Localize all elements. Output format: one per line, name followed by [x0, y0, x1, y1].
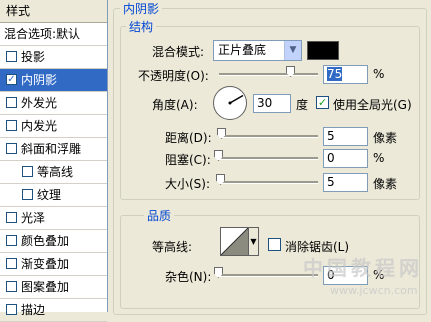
style-item-label: 图案叠加	[21, 280, 70, 294]
style-item-label: 外发光	[21, 96, 58, 110]
style-item-label: 内发光	[21, 119, 58, 133]
distance-label: 距离(D):	[165, 131, 212, 145]
drop-shadow-checkbox[interactable]	[6, 51, 17, 62]
styles-list-panel: 样式 混合选项:默认 投影 ✓ 内阴影 外发光 内发光 斜面和浮雕 等高线 纹理 …	[0, 0, 108, 322]
style-item-label: 内阴影	[21, 73, 58, 87]
style-item-inner-glow[interactable]: 内发光	[0, 115, 107, 138]
distance-unit: 像素	[373, 131, 398, 145]
style-item-label: 斜面和浮雕	[21, 142, 82, 156]
inner-shadow-checkbox[interactable]: ✓	[6, 74, 17, 85]
style-item-label: 描边	[21, 303, 46, 317]
blend-mode-dropdown[interactable]: 正片叠底 ▼	[213, 40, 302, 61]
styles-header: 样式	[0, 0, 107, 23]
bevel-emboss-checkbox[interactable]	[6, 143, 17, 154]
stroke-checkbox[interactable]	[6, 304, 17, 315]
angle-dial[interactable]	[213, 86, 247, 120]
contour-dropdown-arrow[interactable]: ▼	[249, 227, 259, 256]
style-item-inner-shadow[interactable]: ✓ 内阴影	[0, 69, 107, 92]
blend-mode-label: 混合模式:	[152, 45, 205, 59]
distance-slider-track[interactable]	[219, 135, 318, 138]
choke-input[interactable]: 0	[323, 149, 368, 168]
style-item-texture[interactable]: 纹理	[0, 184, 107, 207]
style-item-pattern-overlay[interactable]: 图案叠加	[0, 276, 107, 299]
size-slider-track[interactable]	[219, 181, 318, 184]
blend-mode-value: 正片叠底	[218, 43, 267, 57]
contour-label: 等高线:	[152, 240, 193, 254]
style-item-color-overlay[interactable]: 颜色叠加	[0, 230, 107, 253]
shadow-color-swatch[interactable]	[307, 41, 339, 60]
style-item-satin[interactable]: 光泽	[0, 207, 107, 230]
style-item-label: 等高线	[37, 165, 74, 179]
angle-input[interactable]: 30	[253, 94, 291, 113]
style-item-label: 纹理	[37, 188, 62, 202]
color-overlay-checkbox[interactable]	[6, 235, 17, 246]
anti-alias-checkbox[interactable]	[268, 238, 281, 251]
inner-glow-checkbox[interactable]	[6, 120, 17, 131]
style-item-bevel-emboss[interactable]: 斜面和浮雕	[0, 138, 107, 161]
choke-label: 阻塞(C):	[165, 153, 211, 167]
texture-checkbox[interactable]	[22, 189, 33, 200]
style-item-gradient-overlay[interactable]: 渐变叠加	[0, 253, 107, 276]
quality-title: 品质	[144, 207, 175, 224]
noise-label: 杂色(N):	[165, 270, 212, 284]
global-light-checkbox[interactable]: ✓	[316, 96, 329, 109]
size-label: 大小(S):	[165, 177, 211, 191]
style-item-label: 渐变叠加	[21, 257, 70, 271]
angle-unit: 度	[296, 98, 309, 112]
gradient-overlay-checkbox[interactable]	[6, 258, 17, 269]
structure-title: 结构	[126, 18, 157, 35]
chevron-down-icon: ▼	[284, 41, 301, 60]
watermark-text: 中国教程网	[303, 256, 423, 280]
contour-picker[interactable]	[220, 227, 249, 256]
style-item-stroke[interactable]: 描边	[0, 299, 107, 322]
inner-shadow-settings: 内阴影 结构 混合模式: 正片叠底 ▼ 不透明度(O): 75 % 角度(A):…	[108, 0, 431, 315]
choke-unit: %	[373, 151, 385, 165]
style-item-label: 光泽	[21, 211, 46, 225]
style-item-label: 投影	[21, 50, 46, 64]
size-input[interactable]: 5	[323, 173, 368, 192]
blend-options-item[interactable]: 混合选项:默认	[0, 23, 107, 46]
size-unit: 像素	[373, 177, 398, 191]
style-item-outer-glow[interactable]: 外发光	[0, 92, 107, 115]
inner-shadow-title: 内阴影	[120, 0, 163, 17]
opacity-input[interactable]: 75	[323, 65, 368, 84]
opacity-unit: %	[373, 67, 385, 81]
opacity-slider-track[interactable]	[219, 73, 318, 76]
angle-needle-icon	[228, 94, 244, 105]
watermark-url: www.jcwcn.com	[330, 284, 418, 297]
linear-contour-icon	[220, 227, 249, 256]
outer-glow-checkbox[interactable]	[6, 97, 17, 108]
angle-label: 角度(A):	[152, 98, 198, 112]
pattern-overlay-checkbox[interactable]	[6, 281, 17, 292]
style-item-label: 颜色叠加	[21, 234, 70, 248]
choke-slider-track[interactable]	[219, 157, 318, 160]
style-item-contour[interactable]: 等高线	[0, 161, 107, 184]
style-item-drop-shadow[interactable]: 投影	[0, 46, 107, 69]
opacity-label: 不透明度(O):	[138, 69, 209, 83]
satin-checkbox[interactable]	[6, 212, 17, 223]
global-light-label[interactable]: 使用全局光(G)	[333, 96, 412, 113]
distance-input[interactable]: 5	[323, 127, 368, 146]
contour-checkbox[interactable]	[22, 166, 33, 177]
